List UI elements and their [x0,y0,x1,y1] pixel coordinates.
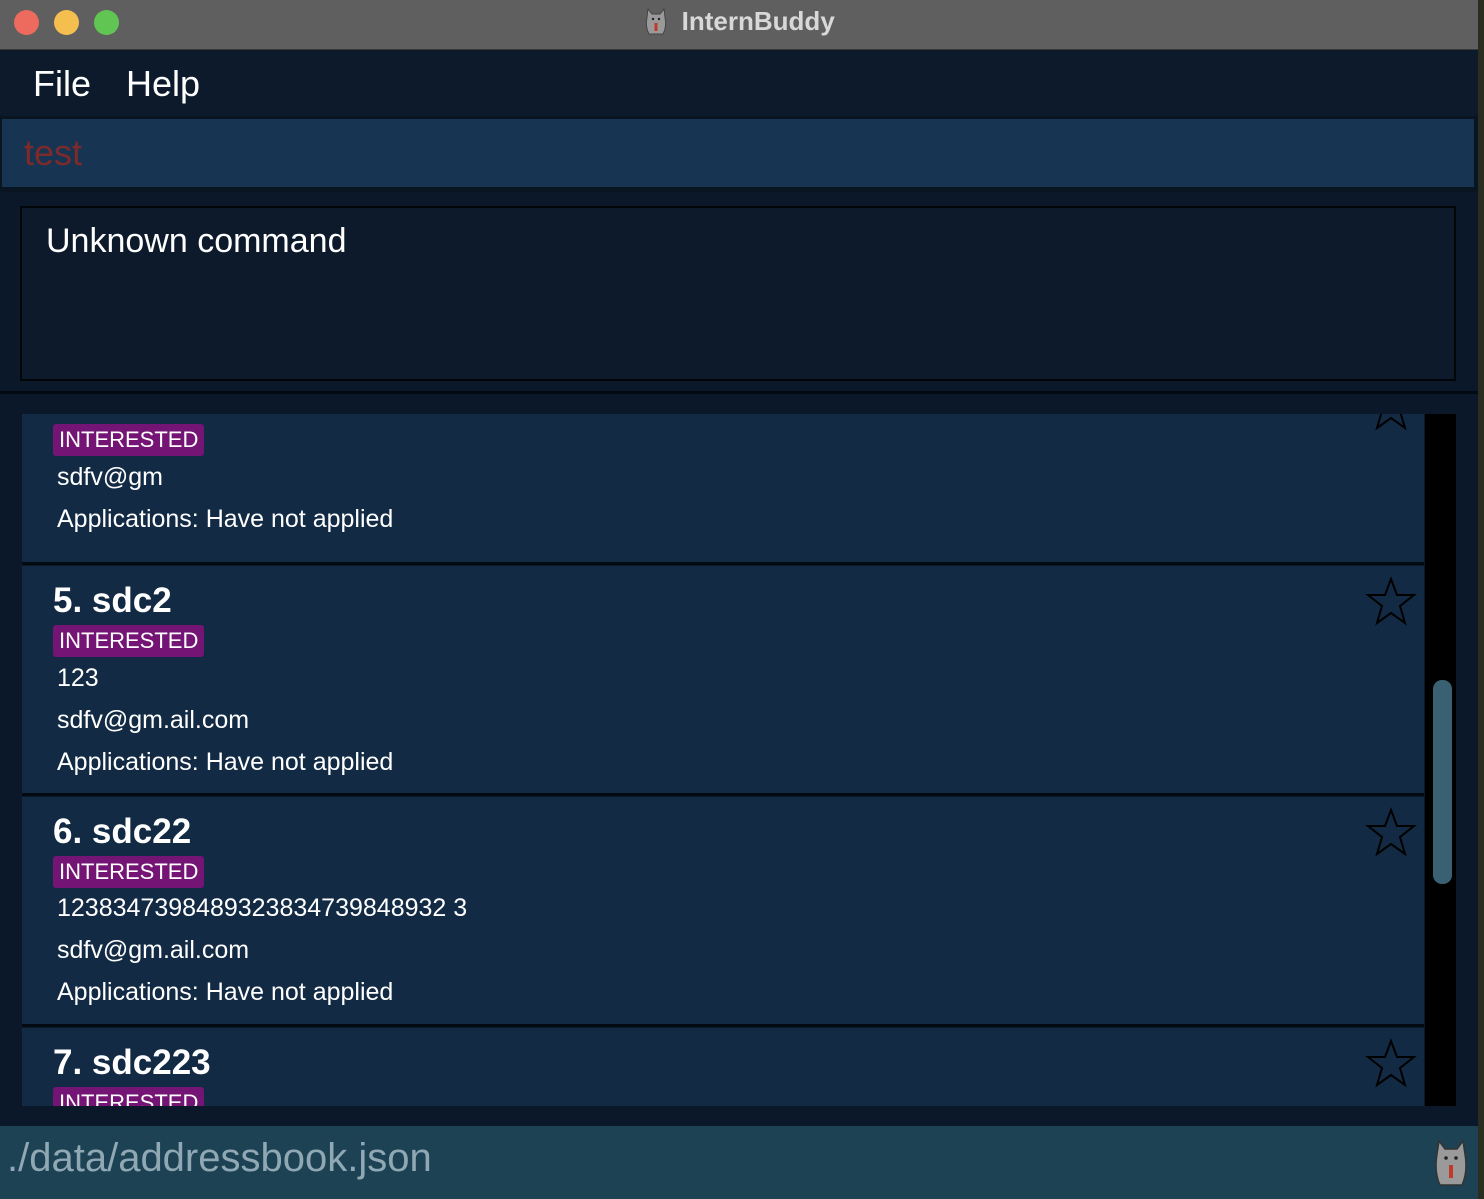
menu-help[interactable]: Help [126,63,200,105]
applications-text: Applications: Have not applied [57,748,394,776]
command-box [0,116,1478,192]
status-tag: INTERESTED [53,856,205,888]
list-item[interactable]: 5. sdc2 INTERESTED 123 sdfv@gm.ail.com A… [22,566,1424,796]
status-tag: INTERESTED [53,1087,205,1106]
divider [0,391,1478,394]
list-item[interactable]: INTERESTED sdfv@gm Applications: Have no… [22,414,1424,565]
result-display: Unknown command [20,206,1456,381]
card-title: 6. sdc22 [53,812,192,851]
list-item[interactable]: 6. sdc22 INTERESTED 12383473984893238347… [22,797,1424,1027]
phone-text: 123 [57,664,99,692]
internship-list[interactable]: INTERESTED sdfv@gm Applications: Have no… [20,414,1456,1106]
email-text: sdfv@gm.ail.com [57,936,250,964]
cat-icon [646,7,667,34]
card-title: 5. sdc2 [53,581,172,620]
status-bar: ./data/addressbook.json [0,1126,1478,1199]
scrollbar-track[interactable] [1425,414,1456,1106]
applications-text: Applications: Have not applied [57,978,394,1006]
window-title: InternBuddy [681,6,835,36]
star-icon[interactable] [1365,576,1417,626]
app-window: InternBuddy File Help Unknown command IN… [0,0,1478,1199]
menu-bar: File Help [0,51,1478,116]
data-file-path: ./data/addressbook.json [7,1136,432,1180]
card-title: 7. sdc223 [53,1043,211,1082]
status-tag: INTERESTED [53,625,205,657]
result-text: Unknown command [46,222,347,260]
list-item[interactable]: 7. sdc223 INTERESTED [22,1028,1424,1106]
email-text: sdfv@gm.ail.com [57,706,250,734]
scrollbar-thumb[interactable] [1433,680,1452,884]
menu-file[interactable]: File [33,63,91,105]
email-text: sdfv@gm [57,463,163,491]
status-tag: INTERESTED [53,424,205,456]
star-icon[interactable] [1365,414,1417,431]
cat-icon [1435,1139,1467,1186]
command-input[interactable] [2,119,1474,187]
phone-text: 1238347398489323834739848932 3 [57,894,468,922]
star-icon[interactable] [1365,807,1417,857]
title-bar: InternBuddy [0,0,1478,50]
applications-text: Applications: Have not applied [57,505,394,533]
star-icon[interactable] [1365,1038,1417,1088]
